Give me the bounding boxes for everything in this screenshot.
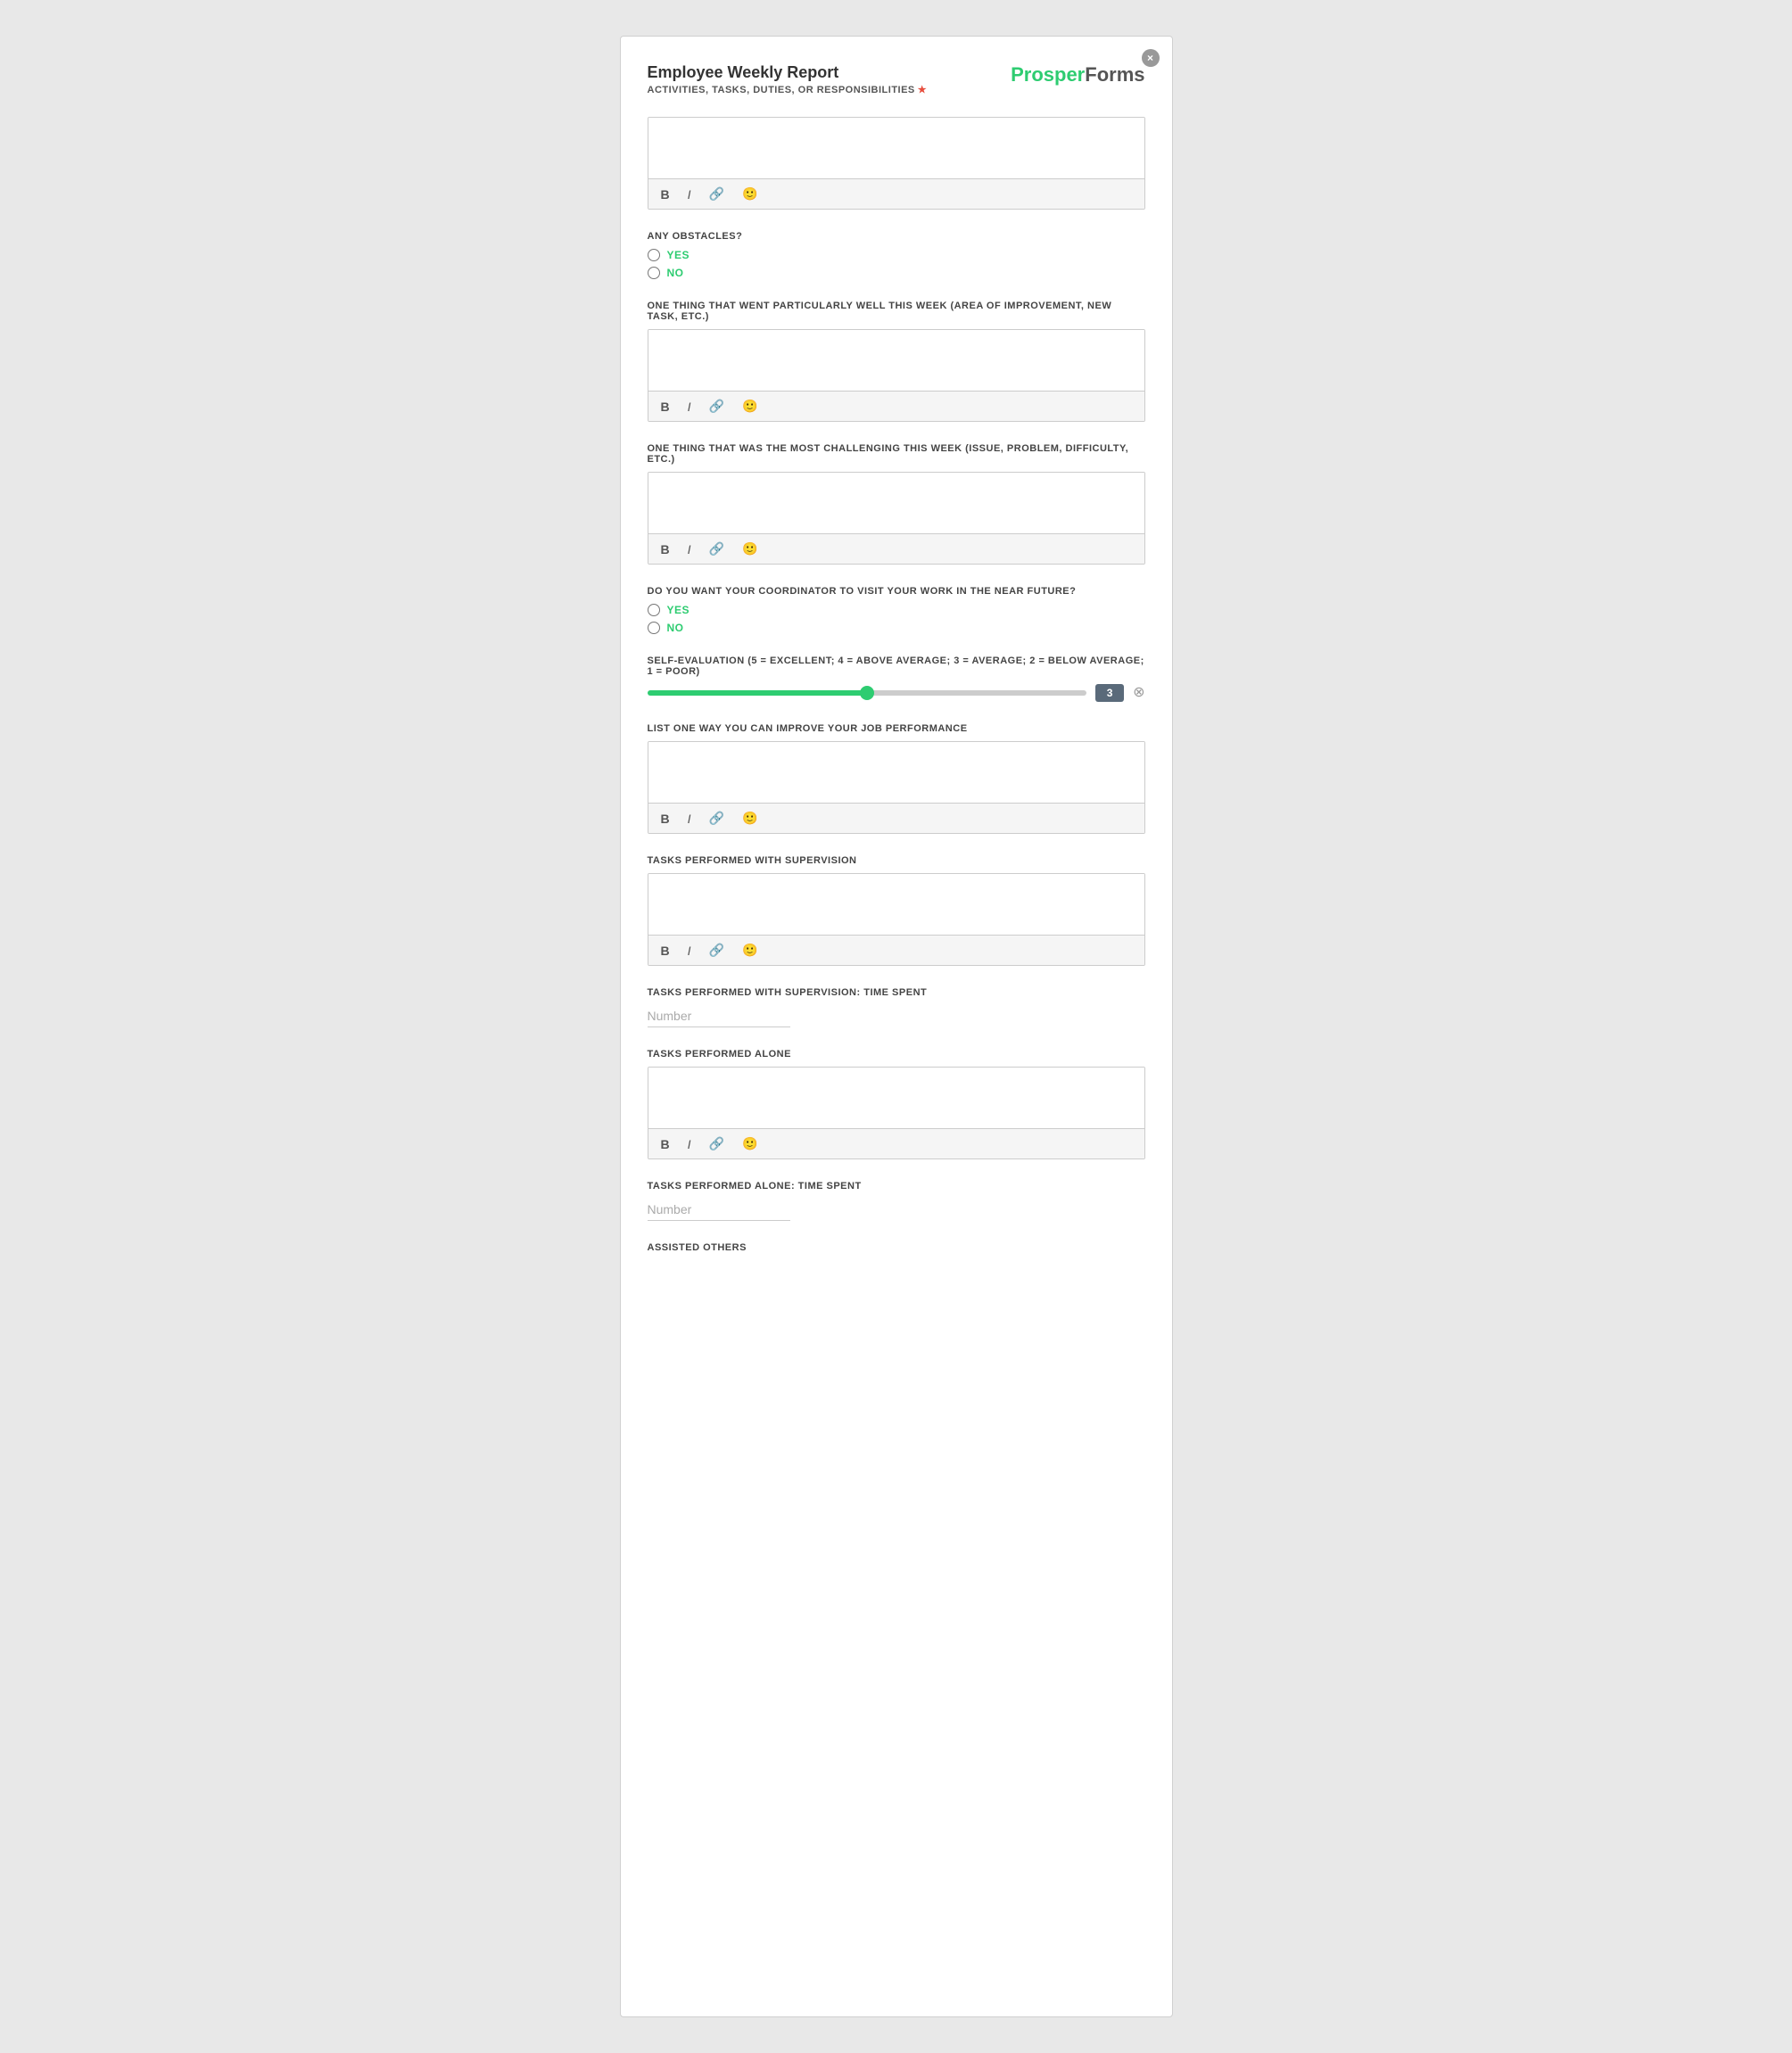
tasks-supervision-link-btn[interactable]: 🔗 [706,941,728,960]
tasks-supervision-time-label: TASKS PERFORMED WITH SUPERVISION: TIME S… [648,987,1145,998]
tasks-supervision-bold-btn[interactable]: B [657,942,673,960]
tasks-alone-textarea[interactable] [648,1068,1144,1128]
improve-performance-bold-btn[interactable]: B [657,810,673,828]
self-evaluation-label: SELF-EVALUATION (5 = EXCELLENT; 4 = ABOV… [648,655,1145,677]
activities-toolbar: B I 🔗 🙂 [648,178,1144,209]
logo-text: ProsperForms [1011,63,1144,87]
form-title-block: Employee Weekly Report ACTIVITIES, TASKS… [648,63,928,95]
improve-performance-editor: B I 🔗 🙂 [648,741,1145,834]
tasks-supervision-italic-btn[interactable]: I [684,942,695,960]
tasks-alone-link-btn[interactable]: 🔗 [706,1134,728,1153]
activities-editor: B I 🔗 🙂 [648,117,1145,210]
tasks-alone-bold-btn[interactable]: B [657,1135,673,1153]
challenging-textarea[interactable] [648,473,1144,533]
tasks-alone-label: TASKS PERFORMED ALONE [648,1049,1145,1059]
went-well-label: ONE THING THAT WENT PARTICULARLY WELL TH… [648,301,1145,322]
improve-performance-emoji-btn[interactable]: 🙂 [739,809,761,828]
improve-performance-toolbar: B I 🔗 🙂 [648,803,1144,833]
self-evaluation-slider-container: 3 ⊗ [648,684,1145,702]
coordinator-no-radio[interactable] [648,622,660,634]
went-well-bold-btn[interactable]: B [657,398,673,416]
coordinator-label: DO YOU WANT YOUR COORDINATOR TO VISIT YO… [648,586,1145,597]
tasks-supervision-time-section: TASKS PERFORMED WITH SUPERVISION: TIME S… [648,987,1145,1027]
activities-link-btn[interactable]: 🔗 [706,185,728,203]
obstacles-label: ANY OBSTACLES? [648,231,1145,242]
tasks-alone-time-label: TASKS PERFORMED ALONE: TIME SPENT [648,1181,1145,1191]
improve-performance-link-btn[interactable]: 🔗 [706,809,728,828]
form-title: Employee Weekly Report [648,63,928,82]
activities-section: B I 🔗 🙂 [648,117,1145,210]
challenging-editor: B I 🔗 🙂 [648,472,1145,565]
tasks-supervision-time-input[interactable] [648,1005,790,1027]
coordinator-radio-group: YES NO [648,604,1145,634]
coordinator-no-label[interactable]: NO [648,622,1145,634]
improve-performance-section: LIST ONE WAY YOU CAN IMPROVE YOUR JOB PE… [648,723,1145,834]
tasks-alone-toolbar: B I 🔗 🙂 [648,1128,1144,1158]
activities-bold-btn[interactable]: B [657,186,673,203]
challenging-section: ONE THING THAT WAS THE MOST CHALLENGING … [648,443,1145,565]
challenging-bold-btn[interactable]: B [657,540,673,558]
tasks-alone-editor: B I 🔗 🙂 [648,1067,1145,1159]
logo-prosper: Prosper [1011,63,1085,86]
obstacles-no-radio[interactable] [648,267,660,279]
form-header: Employee Weekly Report ACTIVITIES, TASKS… [648,63,1145,95]
activities-textarea[interactable] [648,118,1144,178]
logo: ProsperForms [1011,63,1144,87]
activities-emoji-btn[interactable]: 🙂 [739,185,761,203]
form-subtitle: ACTIVITIES, TASKS, DUTIES, OR RESPONSIBI… [648,84,928,95]
self-evaluation-value: 3 [1095,684,1124,702]
challenging-italic-btn[interactable]: I [684,540,695,558]
challenging-label: ONE THING THAT WAS THE MOST CHALLENGING … [648,443,1145,465]
went-well-editor: B I 🔗 🙂 [648,329,1145,422]
form-container: × Employee Weekly Report ACTIVITIES, TAS… [620,36,1173,2017]
logo-forms: Forms [1085,63,1144,86]
went-well-italic-btn[interactable]: I [684,398,695,416]
slider-clear-btn[interactable]: ⊗ [1133,686,1144,700]
required-star: ★ [918,85,927,95]
assisted-others-label: ASSISTED OTHERS [648,1242,1145,1253]
obstacles-no-label[interactable]: NO [648,267,1145,279]
obstacles-section: ANY OBSTACLES? YES NO [648,231,1145,279]
tasks-supervision-editor: B I 🔗 🙂 [648,873,1145,966]
coordinator-yes-label[interactable]: YES [648,604,1145,616]
tasks-alone-italic-btn[interactable]: I [684,1135,695,1153]
tasks-supervision-textarea[interactable] [648,874,1144,935]
tasks-alone-section: TASKS PERFORMED ALONE B I 🔗 🙂 [648,1049,1145,1159]
challenging-emoji-btn[interactable]: 🙂 [739,540,761,558]
improve-performance-textarea[interactable] [648,742,1144,803]
improve-performance-italic-btn[interactable]: I [684,810,695,828]
tasks-alone-emoji-btn[interactable]: 🙂 [739,1134,761,1153]
tasks-alone-time-section: TASKS PERFORMED ALONE: TIME SPENT [648,1181,1145,1221]
tasks-supervision-emoji-btn[interactable]: 🙂 [739,941,761,960]
obstacles-yes-label[interactable]: YES [648,249,1145,261]
went-well-emoji-btn[interactable]: 🙂 [739,397,761,416]
tasks-supervision-toolbar: B I 🔗 🙂 [648,935,1144,965]
coordinator-yes-radio[interactable] [648,604,660,616]
obstacles-radio-group: YES NO [648,249,1145,279]
went-well-link-btn[interactable]: 🔗 [706,397,728,416]
challenging-link-btn[interactable]: 🔗 [706,540,728,558]
self-evaluation-slider[interactable] [648,690,1087,696]
challenging-toolbar: B I 🔗 🙂 [648,533,1144,564]
close-button[interactable]: × [1142,49,1160,67]
self-evaluation-section: SELF-EVALUATION (5 = EXCELLENT; 4 = ABOV… [648,655,1145,702]
improve-performance-label: LIST ONE WAY YOU CAN IMPROVE YOUR JOB PE… [648,723,1145,734]
tasks-alone-time-input[interactable] [648,1199,790,1221]
coordinator-section: DO YOU WANT YOUR COORDINATOR TO VISIT YO… [648,586,1145,634]
activities-italic-btn[interactable]: I [684,186,695,203]
went-well-textarea[interactable] [648,330,1144,391]
tasks-supervision-label: TASKS PERFORMED WITH SUPERVISION [648,855,1145,866]
assisted-others-section: ASSISTED OTHERS [648,1242,1145,1253]
tasks-supervision-section: TASKS PERFORMED WITH SUPERVISION B I 🔗 🙂 [648,855,1145,966]
went-well-toolbar: B I 🔗 🙂 [648,391,1144,421]
obstacles-yes-radio[interactable] [648,249,660,261]
went-well-section: ONE THING THAT WENT PARTICULARLY WELL TH… [648,301,1145,422]
